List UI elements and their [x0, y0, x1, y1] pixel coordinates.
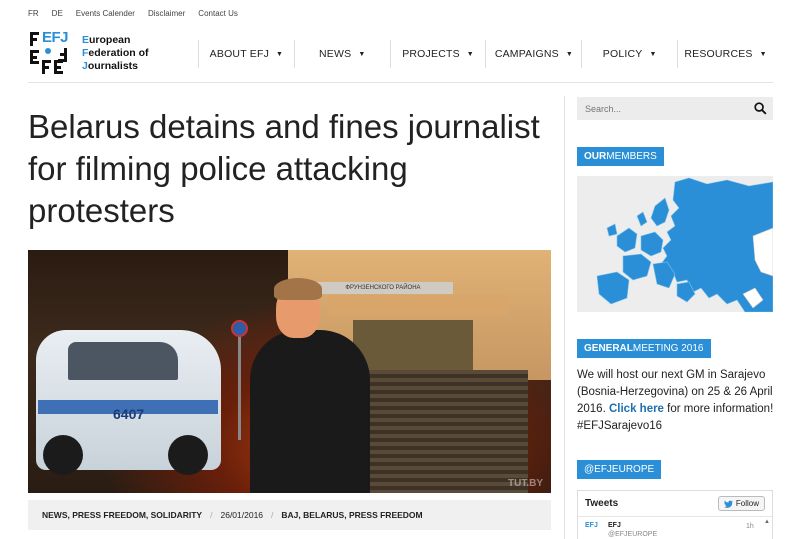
search-icon[interactable] [754, 102, 767, 115]
tweet-author-name: EFJ [608, 522, 621, 529]
photo-van-number: 6407 [113, 406, 145, 422]
europe-map-graphic [596, 177, 773, 312]
tweets-title: Tweets [585, 498, 619, 509]
contact-us-link[interactable]: Contact Us [198, 9, 238, 18]
article-meta-bar: NEWS, PRESS FREEDOM, SOLIDARITY / 26/01/… [28, 500, 551, 530]
photo-watermark: TUT.BY [508, 478, 543, 489]
tweet-item[interactable]: EFJ EFJ @EFJEUROPE 1h ▲ [578, 517, 772, 538]
article-photo: ФРУНЗЕНСКОГО РАЙОНА 6407 TUT.BY [28, 250, 551, 493]
photo-person-hair [274, 278, 322, 300]
gm-click-here-link[interactable]: Click here [609, 403, 664, 415]
caret-down-icon: ▼ [358, 50, 366, 58]
article-title: Belarus detains and fines journalist for… [28, 108, 540, 229]
caret-down-icon: ▼ [759, 50, 767, 58]
logo-cap-e: E [82, 34, 90, 46]
meta-separator: / [210, 510, 213, 520]
twitter-bird-icon [723, 500, 733, 508]
top-utility-bar: FR DE Events Calender Disclaimer Contact… [28, 9, 238, 18]
tweet-author-handle: @EFJEUROPE [608, 531, 658, 538]
twitter-widget: Tweets Follow EFJ EFJ @EFJEUROPE 1h ▲ [577, 490, 773, 539]
header-divider [28, 82, 773, 83]
members-map[interactable] [577, 176, 773, 312]
caret-down-icon: ▼ [276, 50, 284, 58]
tweet-avatar: EFJ [585, 522, 598, 529]
caret-down-icon: ▼ [649, 50, 657, 58]
lang-de-link[interactable]: DE [52, 9, 63, 18]
logo-line-3: ournalists [87, 60, 139, 72]
logo-fep-glyphs [30, 32, 67, 74]
our-members-heading[interactable]: OUR MEMBERS [577, 147, 664, 166]
search-input[interactable] [585, 103, 745, 114]
follow-button[interactable]: Follow [717, 496, 765, 511]
tweets-header: Tweets Follow [578, 491, 772, 517]
logo-wordmark: European Federation of Journalists [82, 34, 149, 78]
nav-label: RESOURCES [684, 48, 753, 60]
nav-label: PROJECTS [402, 48, 460, 60]
general-meeting-heading: GENERAL MEETING 2016 [577, 339, 711, 358]
nav-projects[interactable]: PROJECTS ▼ [389, 40, 486, 68]
main-nav: ABOUT EFJ ▼ NEWS ▼ PROJECTS ▼ CAMPAIGNS ▼ PO… [198, 40, 773, 68]
nav-label: POLICY [602, 48, 643, 60]
nav-label: ABOUT EFJ [209, 48, 270, 60]
logo-line-1: uropean [89, 34, 131, 46]
tweet-time: 1h [746, 523, 754, 530]
nav-label: NEWS [319, 48, 352, 60]
badge-strong: GENERAL [584, 343, 633, 354]
general-meeting-text: We will host our next GM in Sarajevo (Bo… [577, 367, 777, 435]
photo-sign-pole [238, 320, 241, 440]
disclaimer-link[interactable]: Disclaimer [148, 9, 185, 18]
logo-line-2: ederation of [88, 47, 149, 59]
lang-fr-link[interactable]: FR [28, 9, 39, 18]
nav-policy[interactable]: POLICY ▼ [581, 40, 677, 68]
badge-label: @EFJEUROPE [584, 464, 655, 475]
photo-canopy [328, 295, 508, 315]
nav-campaigns[interactable]: CAMPAIGNS ▼ [485, 40, 581, 68]
article-date: 26/01/2016 [220, 510, 264, 520]
article-categories[interactable]: NEWS, PRESS FREEDOM, SOLIDARITY [42, 510, 202, 520]
nav-about-efj[interactable]: ABOUT EFJ ▼ [198, 40, 294, 68]
nav-label: CAMPAIGNS [494, 48, 559, 60]
caret-down-icon: ▼ [565, 50, 573, 58]
nav-news[interactable]: NEWS ▼ [293, 40, 390, 68]
sidebar-divider [564, 96, 565, 539]
efj-logo-mark: EFJ [28, 30, 72, 76]
badge-rest: MEETING 2016 [632, 343, 704, 354]
meta-separator: / [271, 510, 274, 520]
badge-rest: MEMBERS [606, 151, 657, 162]
nav-resources[interactable]: RESOURCES ▼ [677, 40, 773, 68]
sidebar-search [577, 97, 773, 120]
efjeurope-heading[interactable]: @EFJEUROPE [577, 460, 662, 479]
photo-van-window [68, 342, 178, 380]
article-tags[interactable]: BAJ, BELARUS, PRESS FREEDOM [281, 510, 422, 520]
follow-label: Follow [735, 499, 759, 508]
caret-down-icon: ▼ [466, 50, 474, 58]
photo-building-sign: ФРУНЗЕНСКОГО РАЙОНА [313, 282, 453, 294]
photo-road-sign [231, 320, 248, 337]
scroll-up-icon[interactable]: ▲ [764, 519, 770, 525]
site-logo[interactable]: EFJ European Federation of Journalists [28, 30, 178, 78]
badge-strong: OUR [584, 151, 607, 162]
events-calendar-link[interactable]: Events Calender [76, 9, 135, 18]
photo-van-wheel [43, 435, 83, 475]
photo-person-body [250, 330, 370, 493]
photo-van-wheel [168, 435, 208, 475]
